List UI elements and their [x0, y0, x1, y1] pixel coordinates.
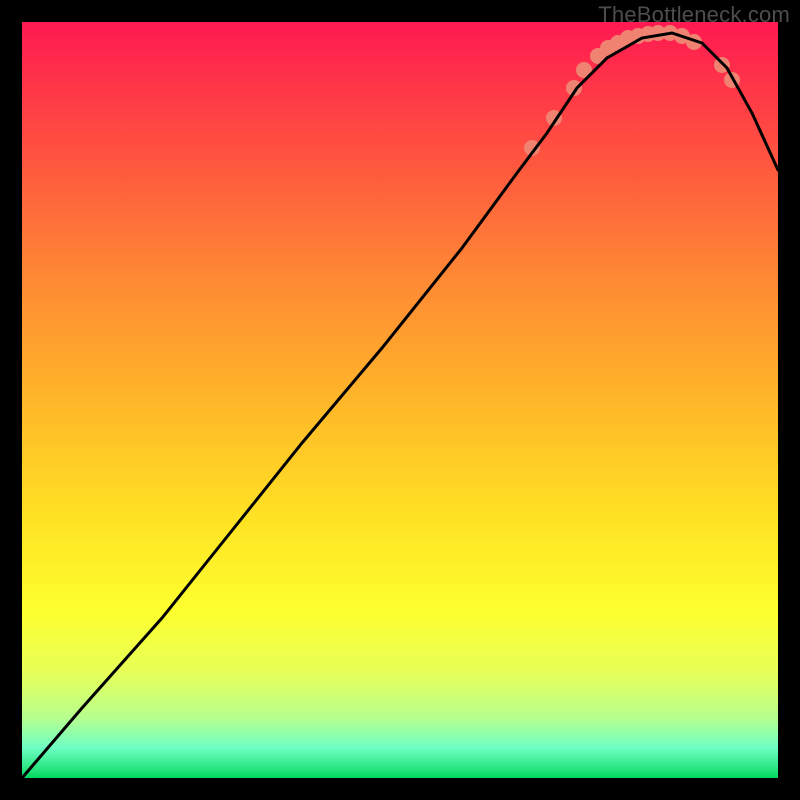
watermark-text: TheBottleneck.com: [598, 2, 790, 28]
bottleneck-curve: [22, 33, 778, 778]
chart-frame: TheBottleneck.com: [0, 0, 800, 800]
plot-area: [22, 22, 778, 778]
chart-svg: [22, 22, 778, 778]
